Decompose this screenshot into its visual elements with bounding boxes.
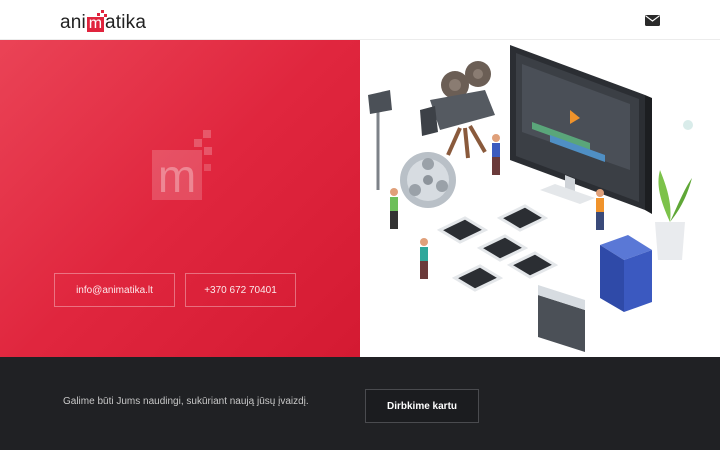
email-link[interactable]: info@animatika.lt bbox=[54, 273, 175, 307]
plant-illustration bbox=[655, 170, 692, 260]
brand-logo[interactable]: ani m atika bbox=[60, 9, 146, 33]
logo-text-prefix: ani bbox=[60, 12, 86, 33]
studio-light-illustration bbox=[368, 90, 392, 190]
logo-m-mark: m bbox=[86, 10, 107, 32]
monitor-illustration bbox=[510, 45, 652, 214]
svg-text:m: m bbox=[158, 150, 196, 200]
footer-tagline: Galime būti Jums naudingi, sukūriant nau… bbox=[63, 396, 309, 407]
film-frames-illustration bbox=[436, 204, 559, 292]
logo-m-letter: m bbox=[88, 15, 103, 32]
phone-link[interactable]: +370 672 70401 bbox=[185, 273, 296, 307]
work-together-button[interactable]: Dirbkime kartu bbox=[365, 389, 479, 423]
film-camera-illustration bbox=[420, 61, 495, 159]
hero-contact-panel: m info@animatika.lt +370 672 70401 bbox=[0, 40, 360, 357]
video-production-illustration bbox=[360, 40, 720, 357]
site-header: ani m atika bbox=[0, 0, 720, 40]
footer-cta-bar: Galime būti Jums naudingi, sukūriant nau… bbox=[0, 357, 720, 450]
watermark-logo-icon: m bbox=[152, 130, 214, 202]
server-rack-illustration bbox=[600, 235, 652, 312]
logo-text-suffix: atika bbox=[104, 12, 147, 33]
film-reel-illustration bbox=[400, 152, 456, 208]
envelope-icon[interactable] bbox=[645, 13, 660, 26]
clapperboard-illustration bbox=[538, 285, 585, 352]
